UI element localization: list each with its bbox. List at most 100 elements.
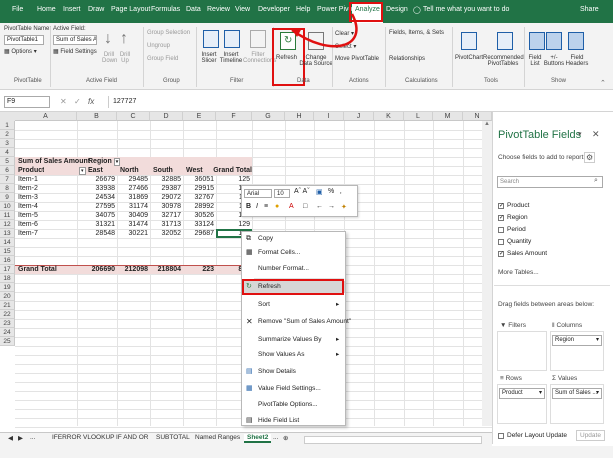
pivot-row-label[interactable]: Item-7: [18, 229, 38, 238]
column-header[interactable]: J: [344, 112, 374, 121]
vertical-scrollbar[interactable]: [482, 121, 492, 426]
pivot-value-cell[interactable]: 32767: [183, 193, 214, 202]
pivot-value-cell[interactable]: 30409: [117, 211, 148, 220]
name-box[interactable]: F9: [4, 96, 50, 108]
menu-item-format-cells[interactable]: ▦ Format Cells...: [242, 247, 345, 259]
pivot-value-cell[interactable]: 30526: [183, 211, 214, 220]
pivot-row-label[interactable]: Item-2: [18, 184, 38, 193]
field-list-button[interactable]: Field List: [526, 55, 544, 67]
column-header[interactable]: I: [314, 112, 344, 121]
field-search-input[interactable]: Search: [497, 176, 603, 188]
pivot-value-cell[interactable]: 36051: [183, 175, 214, 184]
column-header[interactable]: C: [117, 112, 150, 121]
grand-total-value[interactable]: 206690: [77, 265, 115, 274]
pivot-value-cell[interactable]: 31713: [150, 220, 181, 229]
filters-drop-area[interactable]: [497, 331, 547, 371]
tab-insert[interactable]: Insert: [63, 6, 81, 13]
pivot-value-cell[interactable]: 28992: [183, 202, 214, 211]
pivot-value-cell[interactable]: 29387: [150, 184, 181, 193]
share-button[interactable]: Share: [580, 6, 599, 13]
gear-icon[interactable]: ⚙: [584, 152, 596, 163]
row-header[interactable]: 25: [0, 337, 15, 346]
borders-icon[interactable]: □: [303, 203, 307, 210]
menu-item-pivottable-options[interactable]: PivotTable Options...: [242, 399, 345, 411]
row-header[interactable]: 1: [0, 121, 15, 130]
row-filter-dropdown-icon[interactable]: ▾: [79, 167, 86, 175]
column-header[interactable]: E: [183, 112, 216, 121]
row-header[interactable]: 9: [0, 193, 15, 202]
insert-timeline-button[interactable]: Insert Timeline: [219, 52, 243, 64]
row-header[interactable]: 13: [0, 229, 15, 238]
row-header[interactable]: 10: [0, 202, 15, 211]
pivot-value-cell[interactable]: 125: [216, 175, 250, 184]
scroll-right-icon[interactable]: ▶: [18, 434, 23, 442]
tab-formulas[interactable]: Formulas: [151, 6, 180, 13]
row-header[interactable]: 21: [0, 301, 15, 310]
grand-total-value[interactable]: 223: [183, 265, 214, 274]
currency-format-icon[interactable]: ▣: [316, 188, 323, 196]
row-header[interactable]: 16: [0, 256, 15, 265]
pivot-value-cell[interactable]: 29687: [183, 229, 214, 238]
row-header[interactable]: 17: [0, 265, 15, 274]
italic-icon[interactable]: I: [256, 203, 258, 210]
pivot-value-cell[interactable]: 32885: [150, 175, 181, 184]
tab-review[interactable]: Review: [207, 6, 230, 13]
row-header[interactable]: 23: [0, 319, 15, 328]
fill-color-icon[interactable]: ●: [275, 203, 279, 210]
format-painter-icon[interactable]: ✦: [341, 203, 347, 211]
group-field-button[interactable]: Group Field: [147, 56, 178, 62]
pivot-value-cell[interactable]: 32717: [150, 211, 181, 220]
row-header[interactable]: 4: [0, 148, 15, 157]
tab-file[interactable]: File: [12, 6, 23, 13]
active-field-input[interactable]: Sum of Sales Amo: [53, 35, 97, 45]
collapse-ribbon-icon[interactable]: ⌃: [600, 79, 606, 87]
pivot-row-label[interactable]: Item-3: [18, 193, 38, 202]
row-header[interactable]: 5: [0, 157, 15, 166]
tab-design[interactable]: Design: [386, 6, 408, 13]
rows-item-product[interactable]: Product ▾: [499, 388, 545, 399]
pivot-value-cell[interactable]: 34075: [77, 211, 115, 220]
font-color-icon[interactable]: A: [289, 203, 294, 210]
defer-layout-checkbox[interactable]: [498, 433, 504, 439]
row-header[interactable]: 20: [0, 292, 15, 301]
grand-total-value[interactable]: 212098: [117, 265, 148, 274]
pivot-value-cell[interactable]: 32052: [150, 229, 181, 238]
more-tables-link[interactable]: More Tables...: [498, 269, 539, 276]
row-header[interactable]: 2: [0, 130, 15, 139]
comma-style-icon[interactable]: ‚: [340, 188, 342, 195]
font-size-box[interactable]: 10: [274, 189, 290, 198]
formula-input[interactable]: 127727: [108, 96, 606, 108]
row-header[interactable]: 6: [0, 166, 15, 175]
grand-total-value[interactable]: 218804: [150, 265, 181, 274]
pivot-value-cell[interactable]: 33124: [183, 220, 214, 229]
percent-style-icon[interactable]: %: [328, 188, 334, 195]
font-name-box[interactable]: Arial: [244, 189, 272, 198]
menu-item-value-field-settings[interactable]: ▦ Value Field Settings...: [242, 383, 345, 395]
sheet-tab-iferror-vlookup[interactable]: IFERROR VLOOKUP: [52, 434, 114, 441]
menu-item-sort[interactable]: Sort ▸: [242, 299, 345, 311]
tab-draw[interactable]: Draw: [88, 6, 104, 13]
options-button[interactable]: ▦ Options ▾: [4, 48, 37, 55]
pivotchart-button[interactable]: PivotChart: [455, 55, 483, 61]
close-icon[interactable]: ✕: [592, 129, 600, 140]
column-header[interactable]: G: [252, 112, 285, 121]
sheet-tab-if-and-or[interactable]: IF AND OR: [116, 434, 149, 441]
horizontal-scrollbar[interactable]: [304, 436, 482, 444]
row-header[interactable]: 22: [0, 310, 15, 319]
row-header[interactable]: 11: [0, 211, 15, 220]
tell-me-search[interactable]: Tell me what you want to do: [423, 6, 509, 13]
column-header[interactable]: L: [404, 112, 433, 121]
field-checkbox-product[interactable]: ✓: [498, 203, 504, 209]
grow-font-icon[interactable]: Aˆ Aˇ: [294, 188, 310, 195]
tab-view[interactable]: View: [235, 6, 250, 13]
row-header[interactable]: 12: [0, 220, 15, 229]
row-header[interactable]: 3: [0, 139, 15, 148]
values-item-sum-sales[interactable]: Sum of Sales ... ▾: [552, 388, 602, 399]
tab-data[interactable]: Data: [186, 6, 201, 13]
column-header[interactable]: M: [433, 112, 463, 121]
column-header[interactable]: B: [77, 112, 117, 121]
pivot-row-label[interactable]: Item-5: [18, 211, 38, 220]
insert-function-icon[interactable]: fx: [88, 97, 94, 106]
pivot-value-cell[interactable]: 28548: [77, 229, 115, 238]
column-header[interactable]: N: [463, 112, 492, 121]
